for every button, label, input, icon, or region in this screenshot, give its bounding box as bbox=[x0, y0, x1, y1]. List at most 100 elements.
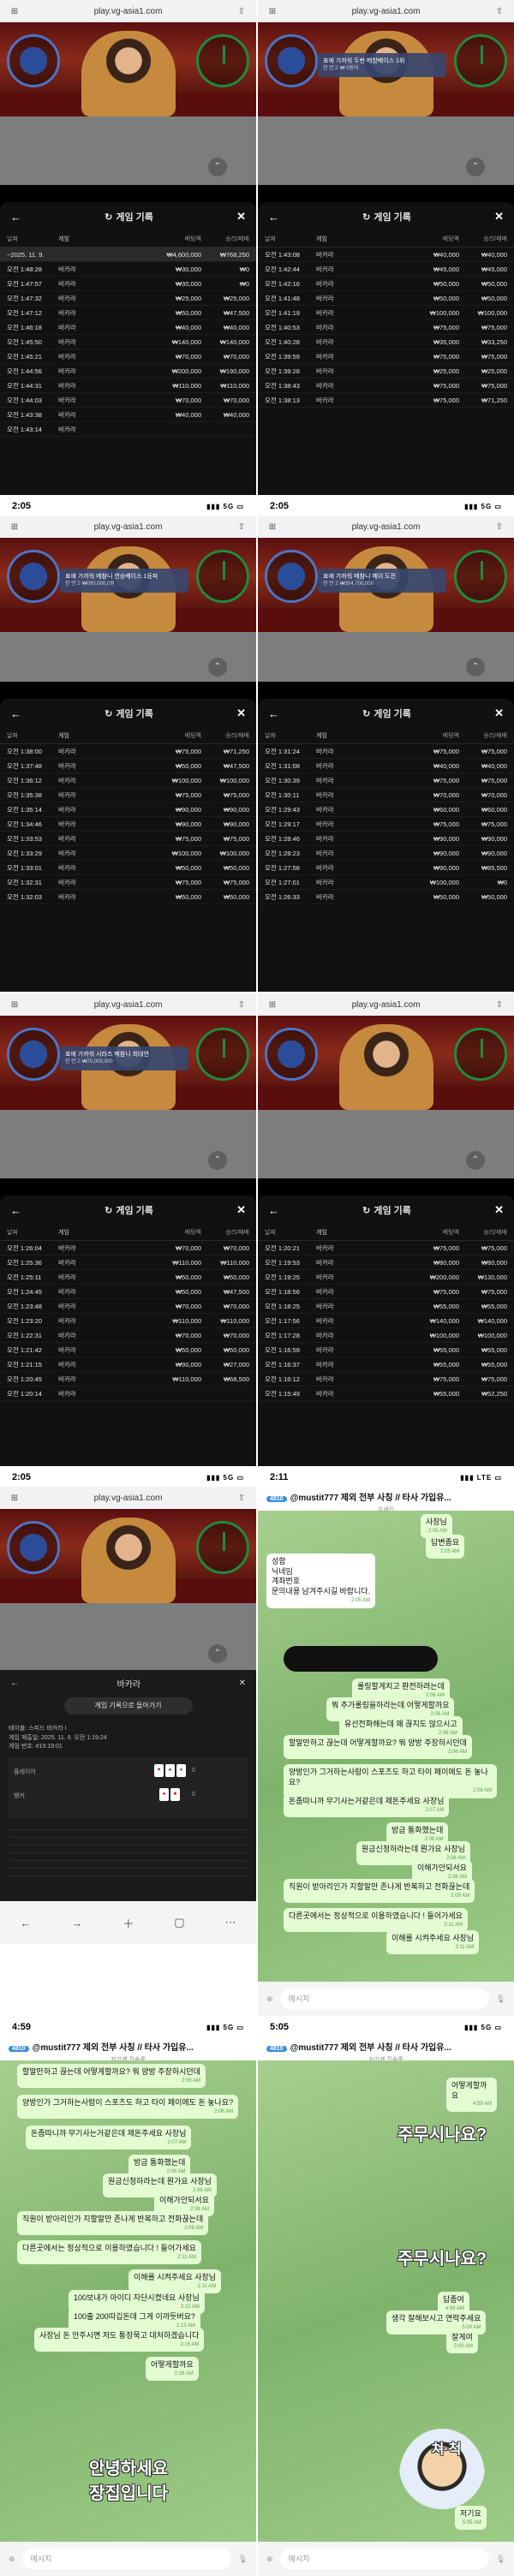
back-icon[interactable]: ← bbox=[10, 1204, 21, 1217]
record-row[interactable]: 오전 1:19:25 바카라 ₩200,000 ₩130,000 bbox=[258, 1270, 514, 1285]
add-tab-icon[interactable]: ＋ bbox=[123, 1915, 134, 1931]
record-row[interactable]: 오전 1:39:28 바카라 ₩25,000 ₩25,000 bbox=[258, 364, 514, 379]
attach-icon[interactable]: ⊕ bbox=[266, 1995, 273, 2004]
record-row[interactable]: 오전 1:36:12 바카라 ₩100,000 ₩100,000 bbox=[0, 773, 256, 788]
record-row[interactable]: 오전 1:42:44 바카라 ₩45,000 ₩45,000 bbox=[258, 262, 514, 277]
record-row[interactable]: 오전 1:38:43 바카라 ₩75,000 ₩75,000 bbox=[258, 379, 514, 393]
record-row[interactable]: 오전 1:48:28 바카라 ₩30,000 ₩0 bbox=[0, 262, 256, 277]
record-row[interactable]: 오전 1:37:48 바카라 ₩50,000 ₩47,500 bbox=[0, 759, 256, 773]
record-row[interactable]: 오전 1:40:28 바카라 ₩35,000 ₩33,250 bbox=[258, 335, 514, 349]
chat-message[interactable]: 어떻게할까요 2:16 AM bbox=[146, 2357, 199, 2382]
browser-url-bar[interactable]: ⊞ play.vg-asia1.com ⇧ bbox=[0, 1487, 256, 1509]
record-row[interactable]: 오전 1:30:11 바카라 ₩70,000 ₩70,000 bbox=[258, 788, 514, 802]
record-row[interactable]: 오전 1:32:03 바카라 ₩50,000 ₩50,000 bbox=[0, 890, 256, 904]
collapse-icon[interactable]: ⌃ bbox=[208, 1151, 227, 1170]
chat-message[interactable]: 직원이 받아리인가 지할말만 존나게 반복하고 전화끊는데 2:09 AM bbox=[17, 2211, 209, 2236]
chat-message[interactable]: 다른곳에서는 정상적으로 이용하였습니다 ! 들어가세요 2:11 AM bbox=[284, 1908, 468, 1933]
back-icon[interactable]: ← bbox=[10, 1679, 19, 1688]
record-row[interactable]: 오전 1:16:12 바카라 ₩75,000 ₩75,000 bbox=[258, 1372, 514, 1386]
chat-message[interactable]: 다른곳에서는 정상적으로 이용하였습니다 ! 들어가세요 2:11 AM bbox=[17, 2240, 201, 2265]
reader-icon[interactable]: ⊞ bbox=[266, 7, 278, 16]
chat-message[interactable]: 어떻게할까요 4:59 AM bbox=[446, 2078, 497, 2113]
record-row[interactable]: 오전 1:20:21 바카라 ₩75,000 ₩75,000 bbox=[258, 1241, 514, 1255]
message-input[interactable]: 메시지 bbox=[279, 2549, 489, 2569]
more-icon[interactable]: ⋯ bbox=[225, 1916, 236, 1929]
message-input[interactable]: 메시지 bbox=[279, 1989, 489, 2009]
back-arrow-icon[interactable]: ← bbox=[20, 1917, 31, 1929]
record-row[interactable]: 오전 1:23:48 바카라 ₩70,000 ₩70,000 bbox=[0, 1299, 256, 1314]
record-row[interactable]: 오전 1:33:01 바카라 ₩50,000 ₩50,000 bbox=[0, 861, 256, 875]
forward-arrow-icon[interactable]: → bbox=[71, 1917, 82, 1929]
unread-badge[interactable]: 4810 bbox=[266, 2046, 287, 2052]
collapse-icon[interactable]: ⌃ bbox=[208, 1644, 227, 1663]
close-icon[interactable]: ✕ bbox=[236, 707, 246, 720]
collapse-icon[interactable]: ⌃ bbox=[466, 658, 485, 677]
record-row[interactable]: 오전 1:17:56 바카라 ₩140,000 ₩140,000 bbox=[258, 1314, 514, 1328]
unread-badge[interactable]: 4810 bbox=[266, 1496, 287, 1502]
record-row[interactable]: 오전 1:33:29 바카라 ₩100,000 ₩100,000 bbox=[0, 846, 256, 861]
chat-title[interactable]: @mustit777 제외 전부 사칭 // 타사 가입유... bbox=[290, 1494, 451, 1503]
share-icon[interactable]: ⇧ bbox=[236, 1494, 248, 1503]
record-row[interactable]: 오전 1:43:08 바카라 ₩40,000 ₩40,000 bbox=[258, 247, 514, 262]
chat-message[interactable]: 직원이 받아리인가 지할말만 존나게 반복하고 전화끊는데 2:09 AM bbox=[284, 1879, 475, 1904]
record-row[interactable]: 오전 1:20:14 바카라 bbox=[0, 1386, 256, 1401]
browser-url-bar[interactable]: ⊞ play.vg-asia1.com ⇧ bbox=[0, 516, 256, 538]
reader-icon[interactable]: ⊞ bbox=[9, 522, 21, 532]
record-row[interactable]: 오전 1:27:01 바카라 ₩100,000 ₩0 bbox=[258, 875, 514, 890]
record-row[interactable]: 오전 1:34:46 바카라 ₩90,000 ₩90,000 bbox=[0, 817, 256, 832]
record-row[interactable]: 오전 1:27:58 바카라 ₩90,000 ₩85,500 bbox=[258, 861, 514, 875]
chat-message[interactable]: 할말만하고 끊는데 어떻게할까요? 뭐 양방 주장하시던데 2:06 AM bbox=[284, 1735, 472, 1760]
record-row[interactable]: 오전 1:20:45 바카라 ₩110,000 ₩68,500 bbox=[0, 1372, 256, 1386]
close-icon[interactable]: ✕ bbox=[239, 1679, 246, 1688]
close-icon[interactable]: ✕ bbox=[236, 210, 246, 224]
reader-icon[interactable]: ⊞ bbox=[9, 1000, 21, 1010]
record-row[interactable]: 오전 1:46:18 바카라 ₩40,000 ₩40,000 bbox=[0, 320, 256, 335]
record-row[interactable]: 오전 1:45:50 바카라 ₩140,000 ₩140,000 bbox=[0, 335, 256, 349]
record-row[interactable]: 오전 1:44:56 바카라 ₩200,000 ₩190,000 bbox=[0, 364, 256, 379]
attach-icon[interactable]: ⊕ bbox=[9, 2555, 15, 2564]
back-to-records-button[interactable]: 게임 기록으로 돌아가기 bbox=[63, 1697, 193, 1714]
record-row[interactable]: 오전 1:41:48 바카라 ₩50,000 ₩50,000 bbox=[258, 291, 514, 306]
mic-icon[interactable]: 🎙 bbox=[238, 2555, 248, 2564]
unread-badge[interactable]: 4810 bbox=[9, 2046, 29, 2052]
chat-message[interactable]: 성함 닉네임 계좌번호 문의내용 남겨주시길 바랍니다. 2:05 AM bbox=[266, 1553, 376, 1608]
record-row[interactable]: 오전 1:15:49 바카라 ₩55,000 ₩52,250 bbox=[258, 1386, 514, 1401]
record-row[interactable]: 오전 1:39:59 바카라 ₩75,000 ₩75,000 bbox=[258, 349, 514, 364]
chat-title[interactable]: @mustit777 제외 전부 사칭 // 타사 가입유... bbox=[33, 2043, 194, 2053]
browser-url-bar[interactable]: ⊞ play.vg-asia1.com ⇧ bbox=[0, 0, 256, 22]
reader-icon[interactable]: ⊞ bbox=[266, 522, 278, 532]
record-row[interactable]: 오전 1:31:08 바카라 ₩40,000 ₩40,000 bbox=[258, 759, 514, 773]
close-icon[interactable]: ✕ bbox=[494, 210, 504, 224]
collapse-icon[interactable]: ⌃ bbox=[208, 658, 227, 677]
chat-message[interactable]: 돈좀따니까 무기사는거같은데 제돈주세요 사장님 2:07 AM bbox=[284, 1793, 450, 1818]
back-icon[interactable]: ← bbox=[268, 1204, 279, 1217]
record-row[interactable]: 오전 1:38:00 바카라 ₩75,000 ₩71,250 bbox=[0, 744, 256, 759]
record-row[interactable]: 오전 1:21:15 바카라 ₩90,000 ₩27,000 bbox=[0, 1357, 256, 1372]
chat-title[interactable]: @mustit777 제외 전부 사칭 // 타사 가입유... bbox=[290, 2043, 451, 2053]
record-row[interactable]: 오전 1:30:39 바카라 ₩75,000 ₩75,000 bbox=[258, 773, 514, 788]
record-row[interactable]: 오전 1:43:38 바카라 ₩40,000 ₩40,000 bbox=[0, 408, 256, 422]
record-row[interactable]: 오전 1:26:04 바카라 ₩70,000 ₩70,000 bbox=[0, 1241, 256, 1255]
record-row[interactable]: 오전 1:38:13 바카라 ₩75,000 ₩71,250 bbox=[258, 393, 514, 408]
reader-icon[interactable]: ⊞ bbox=[9, 1494, 21, 1503]
mic-icon[interactable]: 🎙 bbox=[496, 2555, 505, 2564]
record-row[interactable]: 오전 1:43:14 바카라 bbox=[0, 422, 256, 437]
back-icon[interactable]: ← bbox=[10, 707, 21, 720]
record-row[interactable]: 오전 1:45:21 바카라 ₩70,000 ₩70,000 bbox=[0, 349, 256, 364]
chat-message[interactable]: 사장님 돈 안주시면 저도 통장묵고 대처하겠습니다 2:15 AM bbox=[34, 2328, 205, 2352]
share-icon[interactable]: ⇧ bbox=[236, 1000, 248, 1010]
record-row[interactable]: 오전 1:41:19 바카라 ₩100,000 ₩100,000 bbox=[258, 306, 514, 320]
back-icon[interactable]: ← bbox=[268, 211, 279, 224]
reader-icon[interactable]: ⊞ bbox=[266, 1000, 278, 1010]
record-row[interactable]: 오전 1:42:16 바카라 ₩50,000 ₩50,000 bbox=[258, 277, 514, 291]
chat-message[interactable]: 답변좀요 2:05 AM bbox=[426, 1535, 465, 1559]
record-row[interactable]: 오전 1:21:42 바카라 ₩50,000 ₩50,000 bbox=[0, 1343, 256, 1357]
record-row[interactable]: 오전 1:44:03 바카라 ₩70,000 ₩70,000 bbox=[0, 393, 256, 408]
reader-icon[interactable]: ⊞ bbox=[9, 7, 21, 16]
record-row[interactable]: 오전 1:23:20 바카라 ₩110,000 ₩110,000 bbox=[0, 1314, 256, 1328]
back-icon[interactable]: ← bbox=[268, 707, 279, 720]
share-icon[interactable]: ⇧ bbox=[493, 522, 505, 532]
record-row[interactable]: 오전 1:19:53 바카라 ₩80,000 ₩80,000 bbox=[258, 1255, 514, 1270]
message-input[interactable]: 메시지 bbox=[21, 2549, 231, 2569]
chat-message[interactable]: 잘게여 5:00 AM bbox=[446, 2329, 478, 2354]
